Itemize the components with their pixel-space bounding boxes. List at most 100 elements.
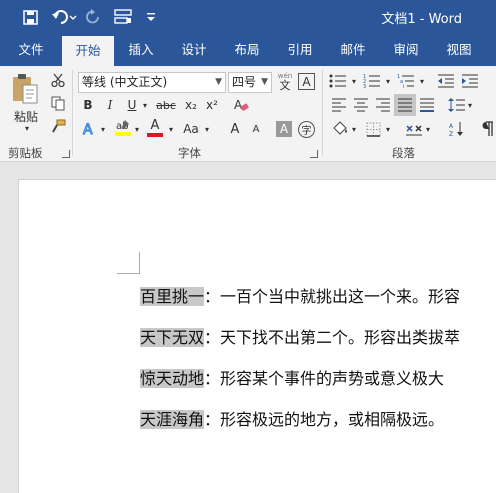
definition-text: 形容某个事件的声势或意义极大 (220, 369, 445, 388)
margin-corner-mark (117, 273, 139, 274)
underline-button[interactable]: U (124, 96, 140, 114)
chevron-down-icon[interactable]: ▾ (384, 120, 392, 138)
paste-button[interactable]: 粘贴 (12, 108, 40, 124)
phonetic-guide-button[interactable]: wén 文 (276, 71, 294, 91)
subscript-button[interactable]: x₂ (183, 96, 199, 114)
document-paragraph[interactable]: 天涯海角：形容极远的地方，或相隔极远。 (140, 407, 444, 433)
save-icon[interactable] (20, 7, 40, 27)
paste-dropdown-icon[interactable]: ▾ (22, 124, 32, 133)
tab-file[interactable]: 文件 (0, 34, 62, 66)
character-shading-button[interactable]: A (276, 121, 292, 137)
document-area: 百里挑一：一百个当中就挑出这一个来。形容 天下无双：天下找不出第二个。形容出类拔… (0, 163, 496, 493)
chevron-down-icon[interactable]: ▾ (384, 72, 392, 90)
change-case-button[interactable]: Aa (180, 120, 202, 138)
tab-insert[interactable]: 插入 (116, 34, 166, 66)
undo-icon[interactable] (50, 7, 78, 27)
colon: ： (204, 410, 221, 429)
sort-icon[interactable]: AZ (448, 120, 466, 138)
font-size-value: 四号 (232, 75, 257, 89)
align-left-icon[interactable] (330, 96, 348, 114)
colon: ： (204, 287, 221, 306)
chevron-down-icon[interactable]: ▾ (202, 120, 212, 138)
selected-term: 百里挑一 (140, 287, 205, 306)
copy-icon[interactable] (50, 95, 66, 111)
touch-mode-icon[interactable] (113, 7, 133, 27)
tab-design[interactable]: 设计 (168, 34, 220, 66)
chevron-down-icon[interactable]: ▾ (424, 120, 432, 138)
chevron-down-icon[interactable]: ▾ (350, 72, 358, 90)
distributed-icon[interactable] (418, 96, 436, 114)
font-color-letter: A (150, 118, 160, 133)
chinese-layout-icon[interactable] (404, 120, 424, 138)
line-spacing-icon[interactable] (448, 96, 466, 114)
bullets-icon[interactable] (328, 72, 348, 90)
tab-view[interactable]: 视图 (434, 34, 484, 66)
margin-corner-mark (139, 252, 140, 274)
customize-toolbar-icon[interactable] (144, 7, 158, 27)
enclose-characters-button[interactable]: 字 (298, 121, 315, 138)
document-page[interactable]: 百里挑一：一百个当中就挑出这一个来。形容 天下无双：天下找不出第二个。形容出类拔… (18, 179, 496, 493)
font-color-button[interactable]: A (146, 118, 164, 138)
selected-term: 天下无双 (140, 328, 205, 347)
align-right-icon[interactable] (374, 96, 392, 114)
font-launcher-icon[interactable] (310, 150, 318, 158)
show-formatting-marks-icon[interactable] (478, 120, 496, 138)
decrease-indent-icon[interactable] (436, 72, 456, 90)
document-paragraph[interactable]: 百里挑一：一百个当中就挑出这一个来。形容 (140, 284, 460, 310)
chevron-down-icon: ▼ (215, 77, 222, 87)
chevron-down-icon[interactable]: ▾ (132, 120, 142, 138)
strikethrough-button[interactable]: abc (155, 96, 177, 114)
superscript-button[interactable]: x² (204, 96, 220, 114)
align-center-icon[interactable] (352, 96, 370, 114)
group-label-paragraph: 段落 (392, 146, 415, 160)
format-painter-icon[interactable] (50, 118, 66, 134)
definition-text: 一百个当中就挑出这一个来。形容 (220, 287, 461, 306)
multilevel-list-icon[interactable]: 1ai (396, 72, 416, 90)
grow-font-button[interactable]: A (226, 120, 244, 138)
shading-icon[interactable] (330, 120, 350, 138)
highlighter-icon[interactable]: ab (114, 118, 132, 138)
document-paragraph[interactable]: 惊天动地：形容某个事件的声势或意义极大 (140, 366, 444, 392)
bold-button[interactable]: B (80, 96, 96, 114)
window-title: 文档1 - Word (381, 12, 462, 27)
tab-review[interactable]: 审阅 (380, 34, 432, 66)
selected-term: 惊天动地 (140, 369, 205, 388)
ribbon-tabs: 文件 开始 插入 设计 布局 引用 邮件 审阅 视图 (0, 34, 496, 66)
font-size-select[interactable]: 四号 ▼ (228, 72, 272, 93)
redo-icon[interactable] (84, 7, 102, 27)
shrink-font-button[interactable]: A (248, 120, 264, 138)
italic-button[interactable]: I (102, 96, 118, 114)
font-name-select[interactable]: 等线 (中文正文) ▼ (78, 72, 226, 93)
underline-dropdown-icon[interactable]: ▾ (140, 96, 150, 114)
chevron-down-icon[interactable]: ▾ (166, 120, 176, 138)
tab-home[interactable]: 开始 (62, 36, 114, 66)
svg-text:A: A (234, 98, 243, 112)
definition-text: 天下找不出第二个。形容出类拔萃 (220, 328, 461, 347)
title-bar: 文档1 - Word (0, 0, 496, 34)
chevron-down-icon: ▼ (261, 77, 268, 87)
text-effects-icon[interactable]: A (82, 120, 98, 138)
clipboard-launcher-icon[interactable] (62, 150, 70, 158)
document-paragraph[interactable]: 天下无双：天下找不出第二个。形容出类拔萃 (140, 325, 460, 351)
justify-icon[interactable] (394, 94, 416, 116)
character-border-button[interactable]: A (298, 73, 315, 90)
chevron-down-icon[interactable]: ▾ (98, 120, 108, 138)
tab-mailings[interactable]: 邮件 (328, 34, 378, 66)
chevron-down-icon[interactable]: ▾ (350, 120, 358, 138)
ribbon: 粘贴 ▾ 剪贴板 等线 (中文正文) ▼ 四号 ▼ wén 文 A B I U … (0, 66, 496, 162)
chevron-down-icon[interactable]: ▾ (466, 96, 474, 114)
tab-references[interactable]: 引用 (274, 34, 326, 66)
increase-indent-icon[interactable] (460, 72, 480, 90)
svg-text:A: A (449, 123, 454, 130)
font-name-value: 等线 (中文正文) (82, 75, 168, 89)
colon: ： (204, 328, 221, 347)
tab-layout[interactable]: 布局 (222, 34, 272, 66)
group-label-font: 字体 (178, 146, 201, 160)
chevron-down-icon[interactable]: ▾ (418, 72, 426, 90)
borders-icon[interactable] (364, 120, 382, 138)
paste-icon[interactable] (10, 72, 40, 108)
cut-icon[interactable] (50, 72, 66, 88)
numbering-icon[interactable]: 123 (362, 72, 382, 90)
clear-formatting-icon[interactable]: A (232, 96, 250, 114)
svg-text:Z: Z (449, 131, 453, 137)
